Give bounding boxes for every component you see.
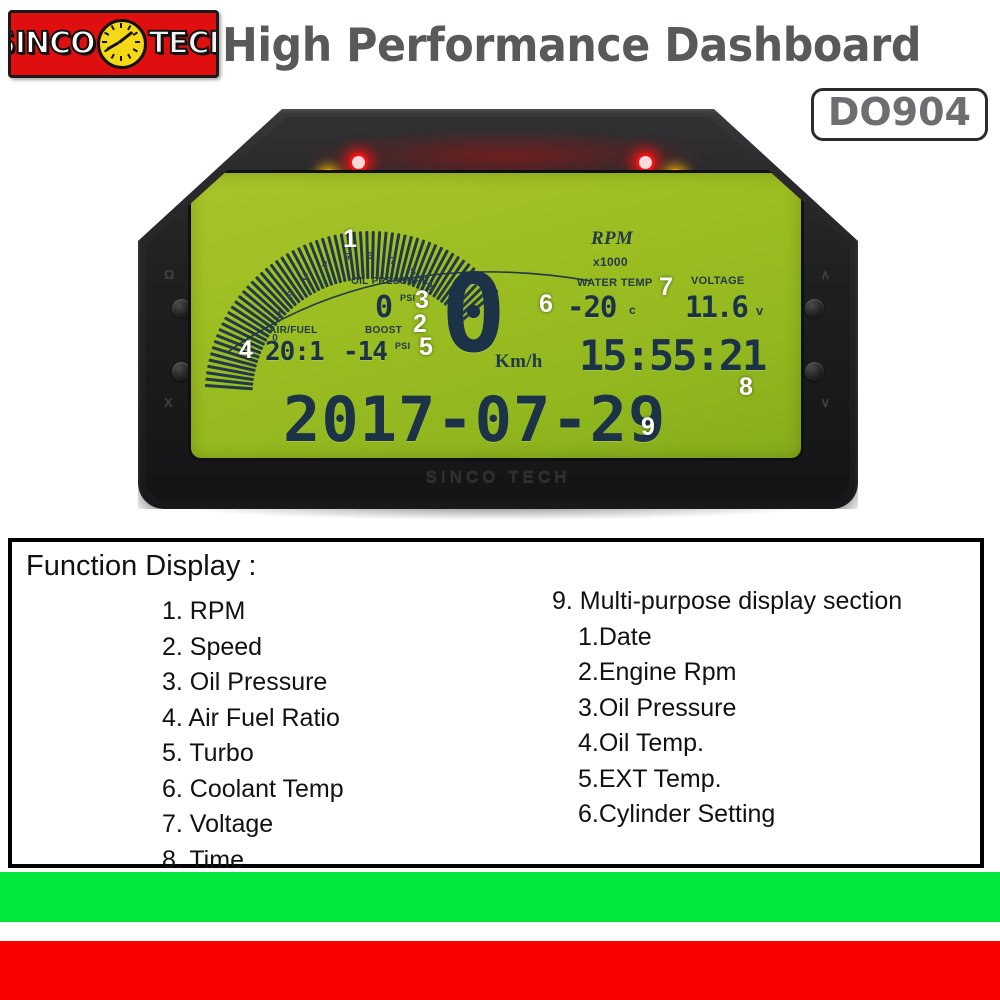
sinco-tech-logo: SINCO TECH	[8, 10, 219, 78]
speed-value: 0	[441, 252, 507, 377]
gauge-clock-icon	[96, 19, 147, 69]
callout-3: 3	[415, 286, 429, 314]
rpm-label: RPM	[591, 228, 634, 249]
water-temp-unit: c	[629, 303, 636, 317]
green-accent-bar	[0, 872, 1000, 922]
rpm-multiplier-label: x1000	[593, 255, 628, 269]
boost-unit: PSI	[395, 341, 411, 351]
speed-unit: Km/h	[495, 351, 543, 372]
dashboard-bezel: Ω X ∧ ∨ 0123456789 RPM x1000 OIL PRESSUR…	[146, 117, 850, 501]
left-bottom-marking: X	[164, 395, 173, 410]
function-display-panel: Function Display : 1. RPM 2. Speed 3. Oil …	[8, 538, 984, 874]
air-fuel-value: 20:1	[265, 337, 325, 367]
function-list-item: 1. RPM	[162, 597, 246, 625]
function-list-item: 5. Turbo	[162, 739, 254, 767]
callout-8: 8	[739, 373, 753, 401]
function-list-left: 1. RPM 2. Speed 3. Oil Pressure 4. Air Fuel…	[162, 594, 344, 878]
button-right-up[interactable]	[805, 299, 824, 318]
callout-6: 6	[539, 290, 553, 318]
tach-scale-number: 6	[367, 251, 373, 263]
callout-9: 9	[641, 413, 655, 441]
callout-4: 4	[239, 336, 253, 364]
water-temp-value: -20	[567, 290, 617, 324]
function-list-item: 4. Air Fuel Ratio	[162, 703, 340, 732]
shift-light-red	[636, 153, 655, 172]
button-left-top[interactable]	[172, 299, 191, 318]
callout-7: 7	[659, 273, 673, 301]
red-accent-bar	[0, 941, 1000, 1000]
right-down-marking: ∨	[820, 395, 830, 410]
lcd-screen: 0123456789 RPM x1000 OIL PRESSURE 0 PSI …	[191, 173, 801, 458]
clock-value: 15:55:21	[579, 331, 767, 380]
multipurpose-sub-item: 1.Date	[578, 622, 652, 651]
multipurpose-heading: 9. Multi-purpose display section	[552, 587, 903, 615]
shift-light-red	[349, 153, 368, 172]
dashboard-product-photo: Ω X ∧ ∨ 0123456789 RPM x1000 OIL PRESSUR…	[0, 105, 1000, 530]
function-list-item: 7. Voltage	[162, 810, 274, 838]
tach-scale-number: 3	[302, 272, 309, 284]
tach-scale-number: 7	[389, 256, 396, 268]
callout-5: 5	[419, 333, 433, 361]
logo-text-sinco: SINCO	[11, 26, 97, 61]
voltage-unit: v	[756, 303, 764, 318]
boost-value: -14	[343, 337, 388, 367]
multipurpose-sub-item: 2.Engine Rpm	[578, 658, 737, 686]
function-list-right: 9. Multi-purpose display section 1.Date 2…	[552, 584, 902, 833]
dashboard-housing: Ω X ∧ ∨ 0123456789 RPM x1000 OIL PRESSUR…	[138, 109, 858, 509]
button-right-down[interactable]	[805, 362, 824, 381]
voltage-label: VOLTAGE	[691, 275, 745, 287]
tach-scale-number: 2	[287, 289, 293, 301]
button-left-bottom[interactable]	[172, 362, 191, 381]
logo-text-tech: TECH	[148, 26, 216, 61]
oil-pressure-unit: PSI	[400, 293, 416, 303]
multipurpose-sub-item: 3.Oil Pressure	[578, 693, 737, 722]
tach-scale-number: 1	[276, 310, 283, 322]
left-top-marking: Ω	[164, 267, 175, 282]
air-fuel-label: AIR/FUEL	[269, 325, 318, 336]
boost-label: BOOST	[365, 325, 403, 336]
tach-scale-number: 5	[344, 252, 350, 264]
water-temp-label: WATER TEMP	[577, 277, 653, 289]
page-title: High Performance Dashboard	[222, 18, 921, 72]
multipurpose-sub-item: 6.Cylinder Setting	[578, 800, 776, 828]
multipurpose-sub-item: 5.EXT Temp.	[578, 764, 722, 793]
right-up-marking: ∧	[820, 267, 830, 282]
oil-pressure-value: 0	[375, 290, 394, 325]
callout-1: 1	[343, 225, 357, 253]
date-value: 2017-07-29	[283, 383, 667, 456]
voltage-value: 11.6	[685, 290, 749, 324]
tach-scale-number: 4	[322, 259, 328, 271]
function-list-item: 2. Speed	[162, 632, 263, 661]
function-list-item: 6. Coolant Temp	[162, 774, 344, 803]
function-list-item: 3. Oil Pressure	[162, 668, 328, 696]
housing-brand-emboss: SINCO TECH	[425, 467, 571, 486]
multipurpose-sub-item: 4.Oil Temp.	[578, 729, 704, 757]
function-panel-title: Function Display :	[26, 550, 257, 582]
